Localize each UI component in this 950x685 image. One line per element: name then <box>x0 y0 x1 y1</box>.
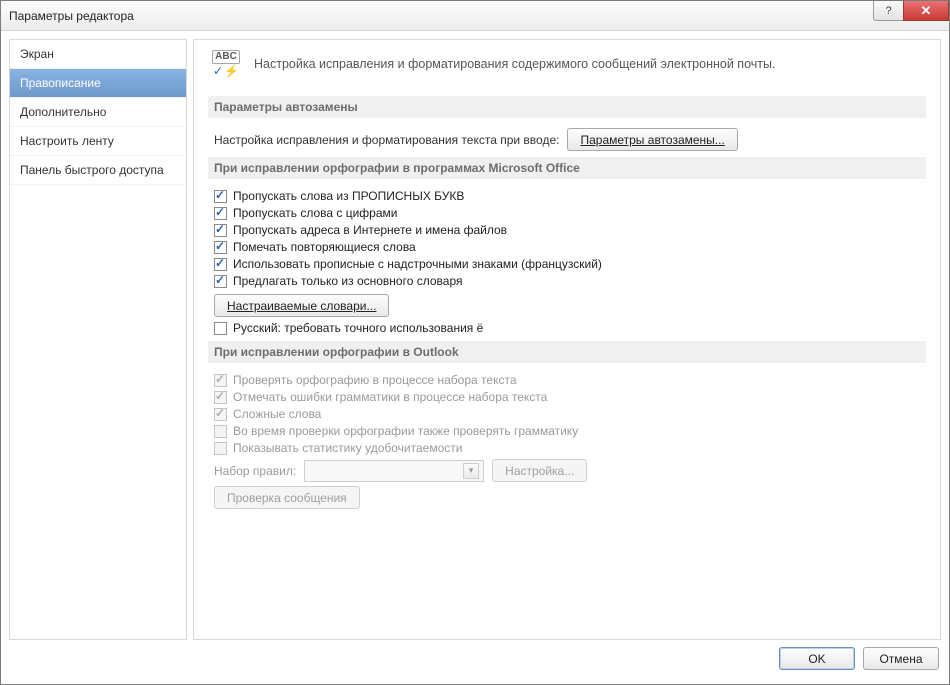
checkmark-icon: ✓ <box>213 65 223 77</box>
checkbox-icon <box>214 275 227 288</box>
category-sidebar: Экран Правописание Дополнительно Настрои… <box>9 39 187 640</box>
titlebar-controls: ? ✕ <box>873 1 949 21</box>
ruleset-settings-button: Настройка... <box>492 459 587 482</box>
page-header: ABC ✓ ⚡ Настройка исправления и форматир… <box>208 50 926 82</box>
checkbox-icon <box>214 425 227 438</box>
checkbox-label: Пропускать адреса в Интернете и имена фа… <box>233 223 507 237</box>
page-subtitle: Настройка исправления и форматирования с… <box>254 50 775 71</box>
sidebar-item-label: Панель быстрого доступа <box>20 163 164 177</box>
checkbox-icon <box>214 241 227 254</box>
autocorrect-options-button[interactable]: Параметры автозамены... <box>567 128 737 151</box>
content-pane: ABC ✓ ⚡ Настройка исправления и форматир… <box>193 39 941 640</box>
autocorrect-row: Настройка исправления и форматирования т… <box>214 128 926 151</box>
dialog-footer: OK Отмена <box>1 640 949 684</box>
ok-button[interactable]: OK <box>779 647 855 670</box>
check-french-accents[interactable]: Использовать прописные с надстрочными зн… <box>214 257 926 271</box>
checkbox-label: Пропускать слова из ПРОПИСНЫХ БУКВ <box>233 189 464 203</box>
check-grammar-as-type: Отмечать ошибки грамматики в процессе на… <box>214 390 926 404</box>
sidebar-item-quick-access[interactable]: Панель быстрого доступа <box>10 156 186 185</box>
checkbox-label: Во время проверки орфографии также прове… <box>233 424 578 438</box>
ruleset-select: ▾ <box>304 460 484 482</box>
sidebar-item-screen[interactable]: Экран <box>10 40 186 69</box>
checkbox-icon <box>214 207 227 220</box>
check-main-dict-only[interactable]: Предлагать только из основного словаря <box>214 274 926 288</box>
checkbox-label: Пропускать слова с цифрами <box>233 206 397 220</box>
checkbox-icon <box>214 391 227 404</box>
check-compound-words: Сложные слова <box>214 407 926 421</box>
sidebar-item-label: Правописание <box>20 76 101 90</box>
sidebar-item-label: Экран <box>20 47 54 61</box>
autocorrect-label: Настройка исправления и форматирования т… <box>214 133 559 147</box>
cancel-button[interactable]: Отмена <box>863 647 939 670</box>
check-uppercase-words[interactable]: Пропускать слова из ПРОПИСНЫХ БУКВ <box>214 189 926 203</box>
proofing-icon: ABC ✓ ⚡ <box>208 50 244 82</box>
close-button[interactable]: ✕ <box>903 1 949 21</box>
close-icon: ✕ <box>921 3 932 19</box>
outlook-disabled-group: Проверять орфографию в процессе набора т… <box>208 373 926 509</box>
check-russian-yo[interactable]: Русский: требовать точного использования… <box>214 321 926 335</box>
custom-dict-row: Настраиваемые словари... <box>214 294 926 317</box>
recheck-message-button: Проверка сообщения <box>214 486 360 509</box>
section-office-spell-header: При исправлении орфографии в программах … <box>208 157 926 179</box>
abc-badge: ABC <box>212 50 240 64</box>
checkbox-label: Русский: требовать точного использования… <box>233 321 483 335</box>
checkbox-icon <box>214 190 227 203</box>
check-repeated-words[interactable]: Помечать повторяющиеся слова <box>214 240 926 254</box>
checkbox-label: Сложные слова <box>233 407 321 421</box>
sidebar-item-label: Дополнительно <box>20 105 106 119</box>
section-autocorrect-header: Параметры автозамены <box>208 96 926 118</box>
check-internet-paths[interactable]: Пропускать адреса в Интернете и имена фа… <box>214 223 926 237</box>
ruleset-row: Набор правил: ▾ Настройка... <box>214 459 926 482</box>
checkbox-icon <box>214 374 227 387</box>
checkbox-icon <box>214 224 227 237</box>
checkbox-label: Отмечать ошибки грамматики в процессе на… <box>233 390 547 404</box>
checkbox-icon <box>214 442 227 455</box>
editor-options-window: Параметры редактора ? ✕ Экран Правописан… <box>0 0 950 685</box>
section-outlook-spell-header: При исправлении орфографии в Outlook <box>208 341 926 363</box>
recheck-row: Проверка сообщения <box>214 486 926 509</box>
sidebar-item-proofing[interactable]: Правописание <box>10 69 186 98</box>
checkbox-icon <box>214 322 227 335</box>
sidebar-item-label: Настроить ленту <box>20 134 114 148</box>
help-button[interactable]: ? <box>873 1 903 21</box>
checkbox-label: Помечать повторяющиеся слова <box>233 240 416 254</box>
sidebar-item-advanced[interactable]: Дополнительно <box>10 98 186 127</box>
help-icon: ? <box>885 5 891 17</box>
check-spell-as-type: Проверять орфографию в процессе набора т… <box>214 373 926 387</box>
checkbox-icon <box>214 408 227 421</box>
dialog-body: Экран Правописание Дополнительно Настрои… <box>1 31 949 640</box>
chevron-down-icon: ▾ <box>463 463 479 479</box>
check-grammar-with-spell: Во время проверки орфографии также прове… <box>214 424 926 438</box>
bolt-icon: ⚡ <box>224 65 239 77</box>
window-title: Параметры редактора <box>9 9 134 23</box>
checkbox-icon <box>214 258 227 271</box>
sidebar-item-ribbon[interactable]: Настроить ленту <box>10 127 186 156</box>
checkbox-label: Использовать прописные с надстрочными зн… <box>233 257 602 271</box>
check-readability-stats: Показывать статистику удобочитаемости <box>214 441 926 455</box>
custom-dictionaries-button[interactable]: Настраиваемые словари... <box>214 294 389 317</box>
checkbox-label: Показывать статистику удобочитаемости <box>233 441 462 455</box>
ruleset-label: Набор правил: <box>214 464 296 478</box>
checkbox-label: Предлагать только из основного словаря <box>233 274 462 288</box>
check-words-with-numbers[interactable]: Пропускать слова с цифрами <box>214 206 926 220</box>
checkbox-label: Проверять орфографию в процессе набора т… <box>233 373 517 387</box>
titlebar: Параметры редактора ? ✕ <box>1 1 949 31</box>
